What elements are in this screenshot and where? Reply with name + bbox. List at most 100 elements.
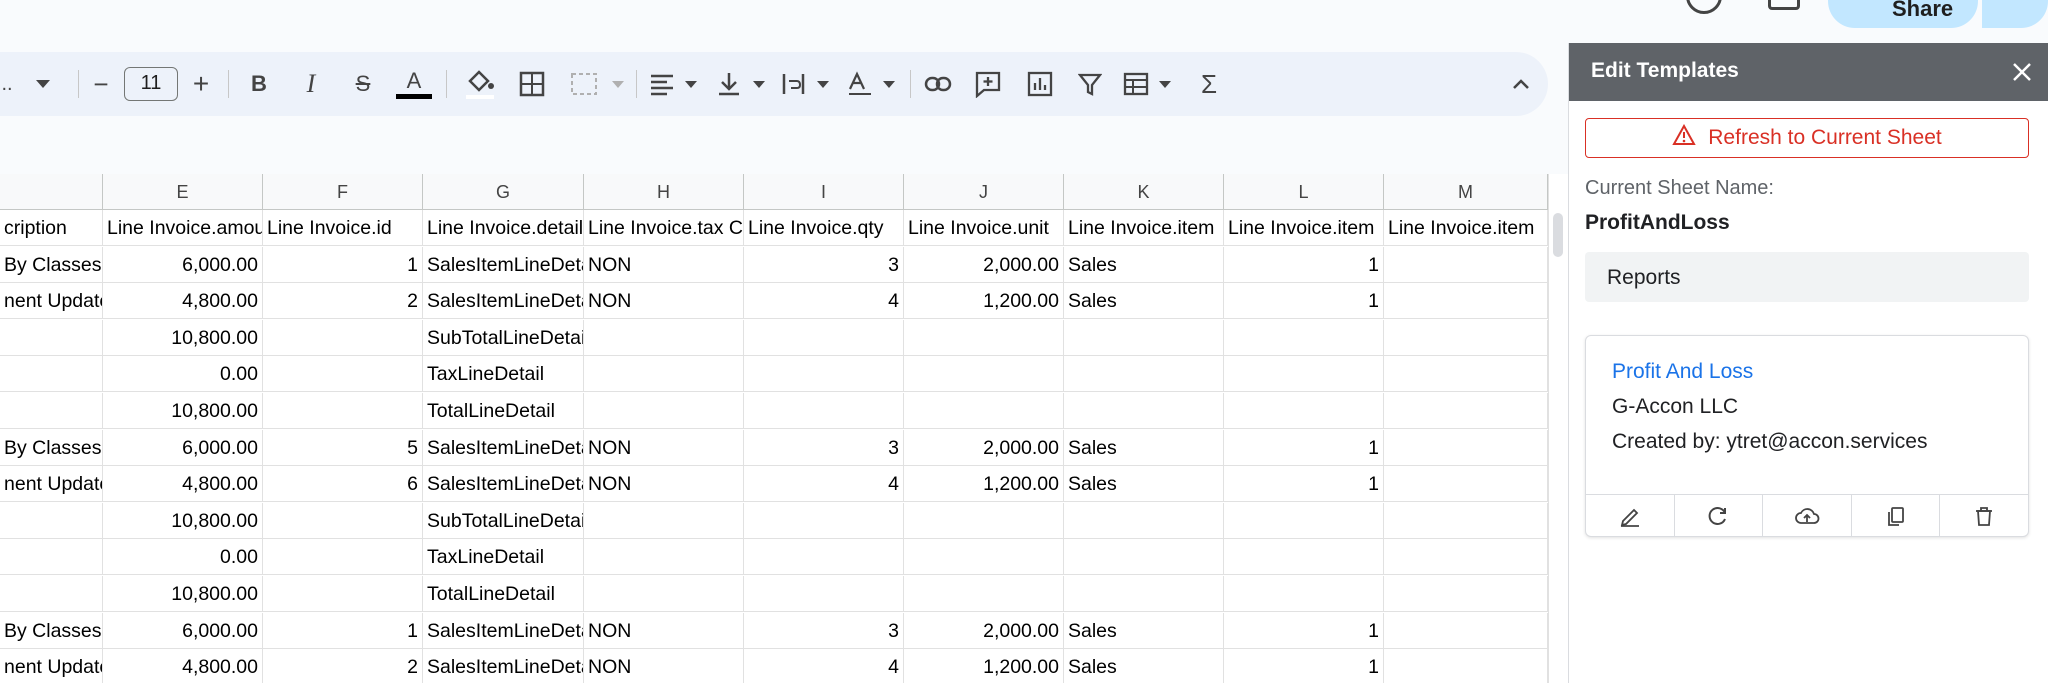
horizontal-align-icon[interactable] — [648, 68, 702, 100]
text-wrap-icon[interactable] — [780, 68, 834, 100]
column-header-e[interactable]: E — [103, 174, 263, 210]
table-cell[interactable] — [904, 539, 1064, 576]
strikethrough-button[interactable]: S — [348, 68, 378, 100]
table-cell[interactable]: 3 — [744, 612, 904, 649]
filter-icon[interactable] — [1074, 68, 1106, 100]
share-dropdown-button[interactable] — [1980, 0, 2048, 28]
table-cell[interactable] — [1224, 356, 1384, 393]
table-cell[interactable]: 6,000.00 — [103, 429, 263, 466]
table-cell[interactable]: SubTotalLineDetail — [423, 319, 584, 356]
reports-section-header[interactable]: Reports — [1585, 252, 2029, 302]
table-cell[interactable] — [1224, 576, 1384, 612]
table-cell[interactable]: 6 — [263, 466, 423, 503]
table-cell[interactable]: 1 — [1224, 612, 1384, 649]
header-cell[interactable]: cription — [0, 210, 103, 246]
table-cell[interactable]: 1,200.00 — [904, 466, 1064, 503]
header-cell[interactable]: Line Invoice.detail — [423, 210, 584, 246]
table-cell[interactable] — [584, 576, 744, 612]
column-header-i[interactable]: I — [744, 174, 904, 210]
table-cell[interactable] — [744, 319, 904, 356]
table-cell[interactable] — [904, 319, 1064, 356]
insert-link-icon[interactable] — [922, 68, 954, 100]
table-cell[interactable]: 5 — [263, 429, 423, 466]
table-cell[interactable]: Sales — [1064, 466, 1224, 503]
header-cell[interactable]: Line Invoice.tax C — [584, 210, 744, 246]
table-cell[interactable]: 2,000.00 — [904, 429, 1064, 466]
column-header-h[interactable]: H — [584, 174, 744, 210]
column-header-g[interactable]: G — [423, 174, 584, 210]
duplicate-icon[interactable] — [1852, 495, 1941, 537]
table-cell[interactable] — [904, 576, 1064, 612]
font-name-ellipsis[interactable]: .. — [0, 68, 14, 100]
table-cell[interactable]: 1 — [1224, 466, 1384, 503]
table-cell[interactable] — [263, 502, 423, 539]
increase-font-size-button[interactable]: + — [186, 68, 216, 100]
table-cell[interactable]: 2,000.00 — [904, 246, 1064, 283]
table-cell[interactable]: TotalLineDetail — [423, 576, 584, 612]
table-cell[interactable] — [1384, 539, 1548, 576]
filter-views-icon[interactable] — [1122, 68, 1176, 100]
table-cell[interactable] — [1224, 319, 1384, 356]
text-color-button[interactable]: A — [394, 68, 434, 100]
table-cell[interactable] — [1064, 393, 1224, 429]
table-cell[interactable]: 4,800.00 — [103, 283, 263, 320]
table-cell[interactable] — [904, 502, 1064, 539]
close-icon[interactable] — [2007, 57, 2037, 87]
table-cell[interactable]: 6,000.00 — [103, 246, 263, 283]
table-cell[interactable]: SalesItemLineDetail — [423, 429, 584, 466]
table-cell[interactable]: TotalLineDetail — [423, 393, 584, 429]
table-cell[interactable]: TaxLineDetail — [423, 539, 584, 576]
table-cell[interactable] — [1384, 576, 1548, 612]
collapse-toolbar-icon[interactable] — [1506, 68, 1536, 100]
share-button[interactable]: Share — [1828, 0, 1978, 28]
header-cell[interactable]: Line Invoice.item — [1224, 210, 1384, 246]
table-cell[interactable] — [1384, 283, 1548, 320]
bold-button[interactable]: B — [244, 68, 274, 100]
table-cell[interactable] — [0, 393, 103, 429]
table-cell[interactable]: Sales — [1064, 429, 1224, 466]
insert-comment-icon[interactable] — [972, 68, 1004, 100]
table-cell[interactable] — [263, 393, 423, 429]
table-cell[interactable]: 1,200.00 — [904, 649, 1064, 683]
table-cell[interactable] — [1064, 576, 1224, 612]
table-cell[interactable]: 3 — [744, 429, 904, 466]
table-cell[interactable] — [1064, 356, 1224, 393]
insert-chart-icon[interactable] — [1024, 68, 1056, 100]
table-cell[interactable]: 1 — [1224, 429, 1384, 466]
table-cell[interactable] — [0, 319, 103, 356]
table-cell[interactable]: SalesItemLineDetail — [423, 283, 584, 320]
table-cell[interactable] — [1064, 319, 1224, 356]
delete-icon[interactable] — [1940, 495, 2028, 537]
table-cell[interactable] — [904, 393, 1064, 429]
functions-button[interactable]: Σ — [1194, 68, 1224, 100]
table-cell[interactable]: 4 — [744, 283, 904, 320]
table-cell[interactable] — [1384, 429, 1548, 466]
table-cell[interactable]: Sales — [1064, 246, 1224, 283]
column-header-l[interactable]: L — [1224, 174, 1384, 210]
table-cell[interactable]: 10,800.00 — [103, 502, 263, 539]
table-cell[interactable]: By Classes — [0, 246, 103, 283]
table-cell[interactable] — [1384, 246, 1548, 283]
table-cell[interactable] — [1384, 612, 1548, 649]
table-cell[interactable] — [584, 539, 744, 576]
table-cell[interactable]: Sales — [1064, 649, 1224, 683]
table-cell[interactable]: 4 — [744, 466, 904, 503]
table-cell[interactable]: NON — [584, 612, 744, 649]
column-header-f[interactable]: F — [263, 174, 423, 210]
table-cell[interactable]: SubTotalLineDetail — [423, 502, 584, 539]
table-cell[interactable] — [1224, 502, 1384, 539]
fill-color-icon[interactable] — [460, 68, 500, 100]
vertical-align-icon[interactable] — [716, 68, 770, 100]
edit-icon[interactable] — [1586, 495, 1675, 537]
table-cell[interactable]: 1 — [263, 612, 423, 649]
table-cell[interactable]: 1 — [263, 246, 423, 283]
table-cell[interactable] — [0, 502, 103, 539]
refresh-to-current-sheet-button[interactable]: Refresh to Current Sheet — [1585, 118, 2029, 158]
table-cell[interactable]: NON — [584, 649, 744, 683]
header-cell[interactable]: Line Invoice.amount — [103, 210, 263, 246]
header-cell[interactable]: Line Invoice.id — [263, 210, 423, 246]
text-rotation-icon[interactable] — [846, 68, 900, 100]
table-cell[interactable]: 2,000.00 — [904, 612, 1064, 649]
table-cell[interactable] — [1384, 393, 1548, 429]
table-cell[interactable]: 1 — [1224, 283, 1384, 320]
